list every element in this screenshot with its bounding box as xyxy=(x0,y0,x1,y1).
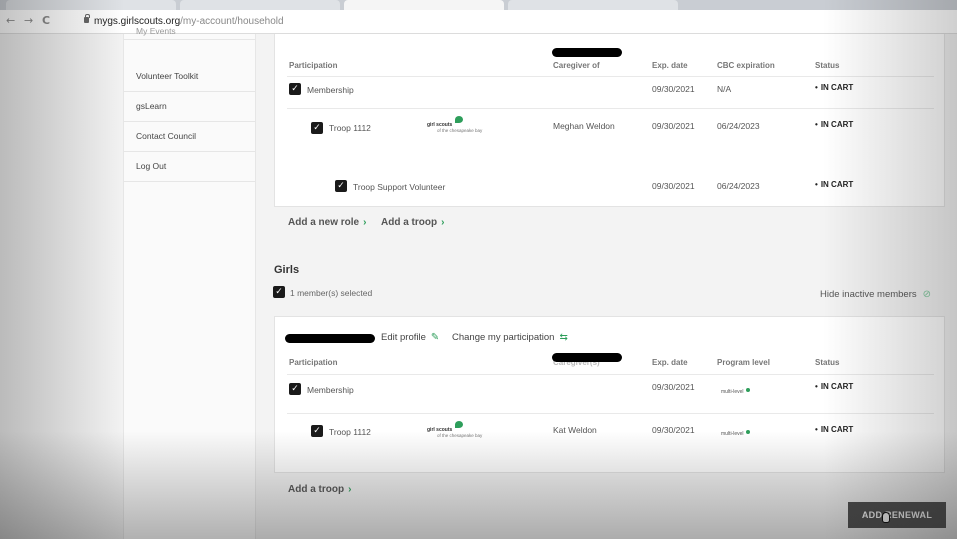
sidebar-item-contact-council[interactable]: Contact Council xyxy=(124,122,255,152)
participation-label: Membership xyxy=(307,85,354,95)
add-troop-link-girls[interactable]: Add a troop › xyxy=(288,484,351,495)
col-status: Status xyxy=(815,358,840,367)
troop-checkbox[interactable]: ✓ xyxy=(311,425,323,437)
council-logo: girl scouts of the chesapeake bay xyxy=(427,116,497,134)
council-logo: girl scouts of the chesapeake bay xyxy=(427,421,497,439)
col-program-level: Program level xyxy=(717,358,770,367)
cbc-expiration: 06/24/2023 xyxy=(717,121,760,131)
col-status: Status xyxy=(815,61,840,70)
col-exp-date: Exp. date xyxy=(652,358,688,367)
select-all-checkbox[interactable]: ✓ xyxy=(273,286,285,298)
mouse-cursor-icon xyxy=(882,512,890,523)
program-level: multi-level xyxy=(721,388,750,395)
status-badge: IN CART xyxy=(815,425,853,434)
back-arrow-icon[interactable]: ← xyxy=(6,14,15,27)
sidebar-item-log-out[interactable]: Log Out xyxy=(124,152,255,182)
add-troop-link[interactable]: Add a troop › xyxy=(381,217,444,228)
chevron-right-icon: › xyxy=(348,484,352,495)
redacted-name xyxy=(285,334,375,343)
chevron-right-icon: › xyxy=(441,217,445,228)
exp-date: 09/30/2021 xyxy=(652,425,695,435)
troop-support-checkbox[interactable]: ✓ xyxy=(335,180,347,192)
membership-checkbox[interactable]: ✓ xyxy=(289,83,301,95)
cbc-expiration: N/A xyxy=(717,84,732,94)
participation-label: Troop Support Volunteer xyxy=(353,182,446,192)
col-cbc-expiration: CBC expiration xyxy=(717,61,775,70)
exp-date: 09/30/2021 xyxy=(652,382,695,392)
swap-icon: ⇆ xyxy=(559,332,568,343)
status-badge: IN CART xyxy=(815,120,853,129)
pencil-icon: ✎ xyxy=(430,332,440,343)
membership-checkbox[interactable]: ✓ xyxy=(289,383,301,395)
exp-date: 09/30/2021 xyxy=(652,121,695,131)
col-participation: Participation xyxy=(289,61,338,70)
status-badge: IN CART xyxy=(815,382,853,391)
program-level: multi-level xyxy=(721,430,750,437)
divider xyxy=(287,374,934,375)
girl-participation-card: Edit profile ✎ Change my participation ⇆ P… xyxy=(274,316,945,473)
account-sidebar: My Events Volunteer Toolkit gsLearn Cont… xyxy=(123,26,256,539)
hide-inactive-toggle[interactable]: Hide inactive members ⊘ xyxy=(820,289,931,300)
browser-tab[interactable] xyxy=(6,0,176,10)
reload-icon[interactable]: C xyxy=(42,14,50,27)
redacted-caregiver xyxy=(552,353,622,362)
participation-label: Troop 1112 xyxy=(329,123,371,133)
col-participation: Participation xyxy=(289,358,338,367)
browser-tab-active[interactable] xyxy=(344,0,504,10)
lock-icon xyxy=(84,14,90,23)
trefoil-icon xyxy=(455,421,463,428)
caregiver-name: Meghan Weldon xyxy=(553,121,615,131)
add-renewal-button[interactable]: ADD RENEWAL xyxy=(848,502,946,528)
divider xyxy=(287,108,934,109)
browser-tab[interactable] xyxy=(508,0,678,10)
trefoil-icon xyxy=(455,116,463,123)
exp-date: 09/30/2021 xyxy=(652,84,695,94)
participation-label: Membership xyxy=(307,385,354,395)
chevron-right-icon: › xyxy=(363,217,367,228)
participation-label: Troop 1112 xyxy=(329,427,371,437)
forward-arrow-icon[interactable]: → xyxy=(24,14,33,27)
col-caregiver: Caregiver of xyxy=(553,61,600,70)
sidebar-item-my-events[interactable]: My Events xyxy=(124,26,255,40)
add-new-role-link[interactable]: Add a new role › xyxy=(288,217,366,228)
status-badge: IN CART xyxy=(815,83,853,92)
redacted-name xyxy=(552,48,622,57)
exp-date: 09/30/2021 xyxy=(652,181,695,191)
divider xyxy=(287,413,934,414)
status-badge: IN CART xyxy=(815,180,853,189)
change-participation-link[interactable]: Change my participation ⇆ xyxy=(452,332,568,343)
selected-count: 1 member(s) selected xyxy=(290,288,373,298)
girls-section-title: Girls xyxy=(274,264,300,276)
divider xyxy=(287,76,934,77)
sidebar-item-gslearn[interactable]: gsLearn xyxy=(124,92,255,122)
browser-tab[interactable] xyxy=(180,0,340,10)
program-dot-icon xyxy=(745,430,750,434)
sidebar-item-volunteer-toolkit[interactable]: Volunteer Toolkit xyxy=(124,62,255,92)
program-dot-icon xyxy=(745,388,750,392)
edit-profile-link[interactable]: Edit profile ✎ xyxy=(381,332,439,343)
col-exp-date: Exp. date xyxy=(652,61,688,70)
browser-tab-strip xyxy=(0,0,957,10)
cbc-expiration: 06/24/2023 xyxy=(717,181,760,191)
caregiver-name: Kat Weldon xyxy=(553,425,597,435)
adult-participation-card: Participation Caregiver of Exp. date CBC… xyxy=(274,34,945,207)
troop-checkbox[interactable]: ✓ xyxy=(311,122,323,134)
eye-off-icon: ⊘ xyxy=(922,289,932,300)
